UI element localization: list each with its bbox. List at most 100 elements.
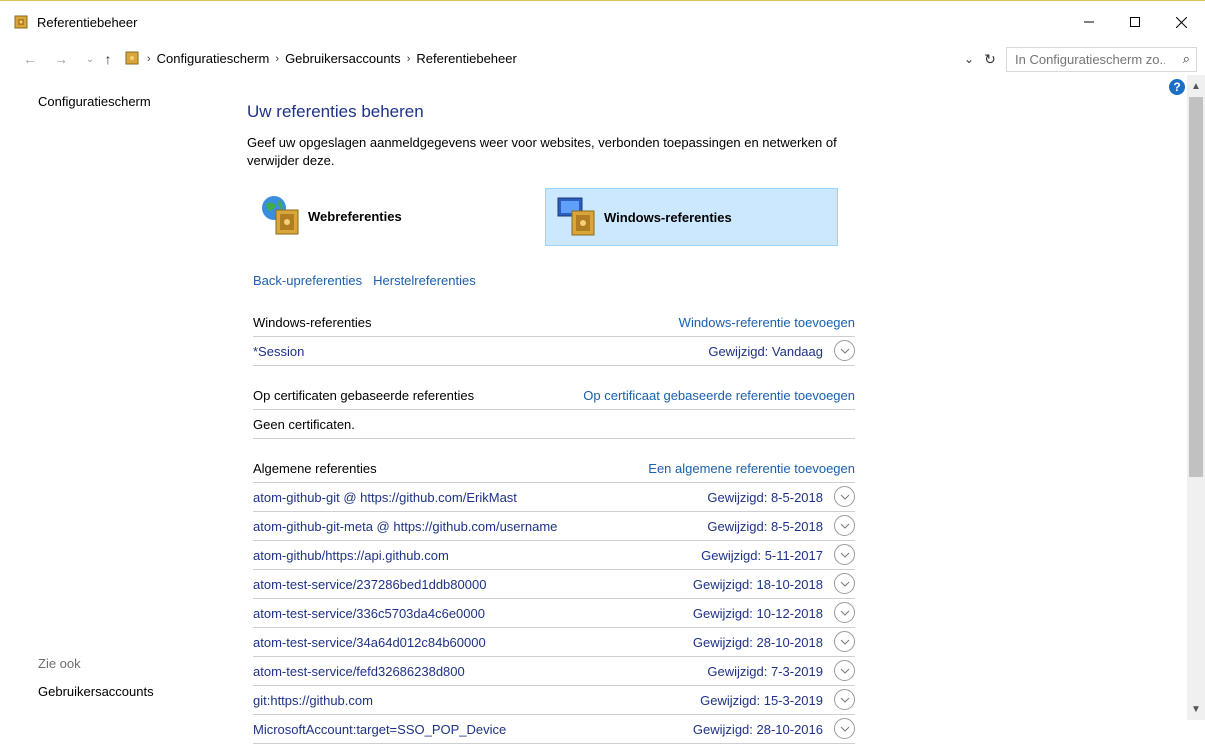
credential-row[interactable]: atom-test-service/237286bed1ddb80000 Gewi… xyxy=(253,570,855,599)
backup-links: Back-upreferenties Herstelreferenties xyxy=(253,273,476,288)
web-credentials-tile[interactable]: Webreferenties xyxy=(260,188,520,244)
expand-button[interactable] xyxy=(834,515,855,536)
credential-row[interactable]: atom-github/https://api.github.com Gewijz… xyxy=(253,541,855,570)
web-credentials-label: Webreferenties xyxy=(308,208,402,224)
forward-button[interactable]: → xyxy=(51,49,71,69)
credential-modified: Gewijzigd: 18-10-2018 xyxy=(692,577,823,592)
credential-row[interactable]: atom-test-service/336c5703da4c6e0000 Gewi… xyxy=(253,599,855,628)
expand-button[interactable] xyxy=(834,340,855,361)
page-description: Geef uw opgeslagen aanmeldgegevens weer … xyxy=(247,135,837,168)
chevron-down-icon xyxy=(840,610,849,616)
window-title: Referentiebeheer xyxy=(37,15,138,30)
credential-name: atom-test-service/237286bed1ddb80000 xyxy=(253,577,487,592)
credential-modified: Gewijzigd: 7-3-2019 xyxy=(707,664,823,679)
refresh-button[interactable]: ↻ xyxy=(980,49,1000,69)
credential-modified: Gewijzigd: 8-5-2018 xyxy=(707,490,823,505)
close-button[interactable] xyxy=(1158,1,1204,43)
chevron-down-icon: ⌄ xyxy=(963,52,975,66)
minimize-button[interactable] xyxy=(1066,1,1112,43)
credential-name: atom-test-service/336c5703da4c6e0000 xyxy=(253,606,485,621)
windows-credentials-header: Windows-referenties Windows-referentie t… xyxy=(253,310,855,337)
expand-button[interactable] xyxy=(834,689,855,710)
scroll-down-icon[interactable]: ▼ xyxy=(1187,700,1205,718)
backup-credentials-link[interactable]: Back-upreferenties xyxy=(253,273,362,288)
credential-name: atom-github-git @ https://github.com/Eri… xyxy=(253,490,517,505)
empty-state-text: Geen certificaten. xyxy=(253,417,355,432)
maximize-icon xyxy=(1130,17,1140,27)
chevron-down-icon xyxy=(840,552,849,558)
location-icon xyxy=(125,51,139,65)
chevron-down-icon xyxy=(840,697,849,703)
page-title: Uw referenties beheren xyxy=(247,102,424,121)
breadcrumb-item-control-panel[interactable]: Configuratiescherm xyxy=(157,51,270,66)
up-button[interactable]: ↑ xyxy=(98,49,118,69)
credential-name: git:https://github.com xyxy=(253,693,373,708)
windows-credentials-label: Windows-referenties xyxy=(604,209,732,225)
add-general-credential-link[interactable]: Een algemene referentie toevoegen xyxy=(648,461,855,476)
empty-state-row: Geen certificaten. xyxy=(253,410,855,439)
credential-row[interactable]: atom-test-service/34a64d012c84b60000 Gewi… xyxy=(253,628,855,657)
address-dropdown-button[interactable]: ⌄ xyxy=(959,49,979,69)
credential-modified: Gewijzigd: 10-12-2018 xyxy=(692,606,823,621)
windows-credentials-icon xyxy=(557,197,595,236)
section-title: Op certificaten gebaseerde referenties xyxy=(253,388,475,403)
minimize-icon xyxy=(1084,21,1094,23)
breadcrumb-item-user-accounts[interactable]: Gebruikersaccounts xyxy=(285,51,401,66)
credential-name: atom-github/https://api.github.com xyxy=(253,548,449,563)
search-box[interactable]: ⌕ xyxy=(1006,47,1197,72)
expand-button[interactable] xyxy=(834,544,855,565)
breadcrumb-item-credential-manager[interactable]: Referentiebeheer xyxy=(416,51,516,66)
recent-locations-button[interactable]: ⌄ xyxy=(80,49,100,69)
credential-name: atom-test-service/34a64d012c84b60000 xyxy=(253,635,486,650)
credential-row[interactable]: atom-github-git-meta @ https://github.co… xyxy=(253,512,855,541)
credential-modified: Gewijzigd: 28-10-2018 xyxy=(692,635,823,650)
breadcrumb-separator-icon: › xyxy=(147,52,151,65)
chevron-down-icon xyxy=(840,494,849,500)
chevron-down-icon xyxy=(840,523,849,529)
windows-credentials-tile[interactable]: Windows-referenties xyxy=(545,188,838,246)
search-icon[interactable]: ⌕ xyxy=(1183,51,1190,67)
general-credentials-header: Algemene referenties Een algemene refere… xyxy=(253,456,855,483)
search-input[interactable] xyxy=(1013,51,1167,68)
vertical-scrollbar[interactable]: ▲ ▼ xyxy=(1187,75,1205,720)
credential-name: atom-test-service/fefd32686238d800 xyxy=(253,664,465,679)
scroll-up-icon[interactable]: ▲ xyxy=(1187,77,1205,95)
maximize-button[interactable] xyxy=(1112,1,1158,43)
expand-button[interactable] xyxy=(834,718,855,739)
close-icon xyxy=(1175,16,1187,28)
back-button[interactable]: ← xyxy=(20,49,40,69)
expand-button[interactable] xyxy=(834,631,855,652)
credential-row[interactable]: atom-github-git @ https://github.com/Eri… xyxy=(253,483,855,512)
breadcrumb: › Configuratiescherm › Gebruikersaccount… xyxy=(147,51,517,66)
scrollbar-thumb[interactable] xyxy=(1189,97,1203,477)
credential-row[interactable]: git:https://github.com Gewijzigd: 15-3-20… xyxy=(253,686,855,715)
credential-row[interactable]: *Session Gewijzigd: Vandaag xyxy=(253,337,855,366)
user-accounts-link[interactable]: Gebruikersaccounts xyxy=(38,684,154,699)
address-bar: ← → ⌄ ↑ › Configuratiescherm › Gebruiker… xyxy=(0,43,1205,75)
expand-button[interactable] xyxy=(834,660,855,681)
credential-manager-icon xyxy=(14,15,28,29)
expand-button[interactable] xyxy=(834,486,855,507)
chevron-down-icon xyxy=(840,668,849,674)
chevron-down-icon: ⌄ xyxy=(85,53,95,65)
add-certificate-credential-link[interactable]: Op certificaat gebaseerde referentie toe… xyxy=(583,388,855,403)
credential-modified: Gewijzigd: Vandaag xyxy=(708,344,823,359)
web-credentials-icon xyxy=(262,196,299,235)
restore-credentials-link[interactable]: Herstelreferenties xyxy=(373,273,476,288)
arrow-up-icon: ↑ xyxy=(104,51,112,67)
section-title: Windows-referenties xyxy=(253,315,372,330)
credential-row[interactable]: atom-test-service/fefd32686238d800 Gewijz… xyxy=(253,657,855,686)
control-panel-home-link[interactable]: Configuratiescherm xyxy=(38,94,151,109)
chevron-down-icon xyxy=(840,581,849,587)
help-icon[interactable]: ? xyxy=(1169,79,1185,95)
expand-button[interactable] xyxy=(834,602,855,623)
arrow-right-icon: → xyxy=(54,51,68,67)
left-pane: Configuratiescherm Zie ook Gebruikersacc… xyxy=(0,75,220,720)
chevron-down-icon xyxy=(840,726,849,732)
add-windows-credential-link[interactable]: Windows-referentie toevoegen xyxy=(679,315,855,330)
breadcrumb-separator-icon: › xyxy=(275,52,280,65)
credential-row[interactable]: MicrosoftAccount:target=SSO_POP_Device Ge… xyxy=(253,715,855,744)
credential-name: MicrosoftAccount:target=SSO_POP_Device xyxy=(253,722,507,737)
expand-button[interactable] xyxy=(834,573,855,594)
arrow-left-icon: ← xyxy=(23,51,37,67)
